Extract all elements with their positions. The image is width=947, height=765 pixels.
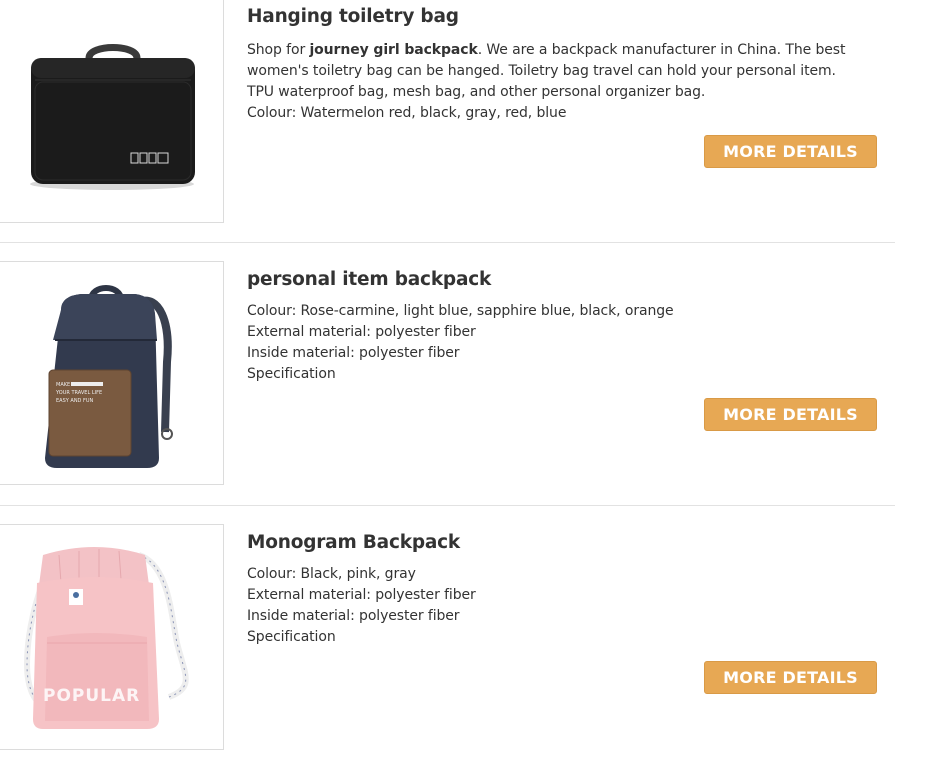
description-suffix: . We are a backpack manufacturer in Chin… — [477, 42, 846, 58]
more-details-button[interactable]: MORE DETAILS — [704, 661, 877, 694]
more-details-button[interactable]: MORE DETAILS — [704, 398, 877, 431]
description-line: Specification — [247, 366, 336, 382]
pocket-print-text: YOUR TRAVEL LIFE — [55, 390, 102, 396]
description-line: women's toiletry bag can be hanged. Toil… — [247, 63, 836, 79]
description-colour: Colour: Watermelon red, black, gray, red… — [247, 105, 567, 121]
product-image-personal-item-backpack[interactable]: MAKE YOUR TRAVEL LIFE EASY AND FUN — [0, 261, 224, 485]
divider — [0, 505, 895, 506]
description-colour: Colour: Rose-carmine, light blue, sapphi… — [247, 303, 674, 319]
product-description: Colour: Rose-carmine, light blue, sapphi… — [247, 301, 887, 385]
product-image-monogram-backpack[interactable]: POPULAR — [0, 524, 224, 750]
description-prefix: Shop for — [247, 42, 310, 58]
product-title[interactable]: Monogram Backpack — [247, 532, 460, 553]
description-line: Shop for journey girl backpack. We are a… — [247, 40, 887, 61]
pocket-print-text: MAKE — [56, 382, 70, 388]
description-line: TPU waterproof bag, mesh bag, and other … — [247, 84, 706, 100]
more-details-button[interactable]: MORE DETAILS — [704, 135, 877, 168]
product-image-toiletry-bag[interactable] — [0, 0, 224, 223]
product-title[interactable]: Hanging toiletry bag — [247, 6, 459, 27]
description-line: Inside material: polyester fiber — [247, 608, 460, 624]
bag-print-text: POPULAR — [43, 686, 140, 706]
description-line: Specification — [247, 629, 336, 645]
product-title[interactable]: personal item backpack — [247, 269, 491, 290]
product-description: Shop for journey girl backpack. We are a… — [247, 40, 887, 124]
description-line: Inside material: polyester fiber — [247, 345, 460, 361]
description-line: External material: polyester fiber — [247, 324, 476, 340]
description-colour: Colour: Black, pink, gray — [247, 566, 416, 582]
pocket-print-text: EASY AND FUN — [56, 398, 94, 404]
description-line: External material: polyester fiber — [247, 587, 476, 603]
product-description: Colour: Black, pink, gray External mater… — [247, 564, 887, 648]
divider — [0, 242, 895, 243]
description-link-keyword[interactable]: journey girl backpack — [309, 42, 477, 58]
